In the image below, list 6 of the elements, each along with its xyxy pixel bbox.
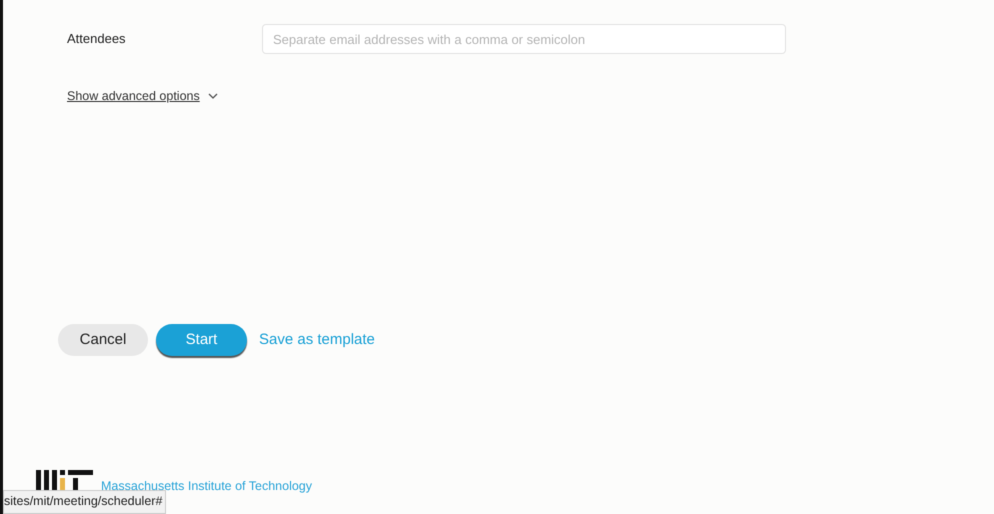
status-url-tooltip: sites/mit/meeting/scheduler# [3,490,166,514]
show-advanced-options-link[interactable]: Show advanced options [67,87,200,106]
attendees-input-field[interactable]: Separate email addresses with a comma or semicolon [262,24,786,54]
logo-icon [36,470,93,492]
cancel-button[interactable]: Cancel [58,324,148,356]
field-label: Attendees [67,30,127,48]
